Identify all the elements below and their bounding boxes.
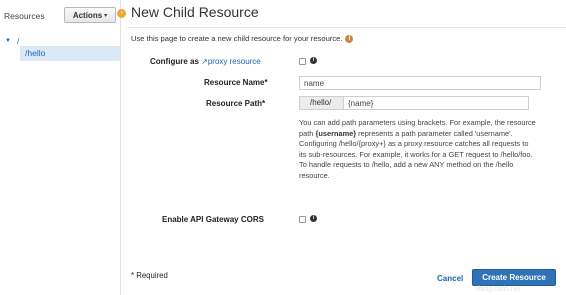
tree-item-hello[interactable]: /hello [20,46,120,61]
tree-item-root[interactable]: ▼ / [5,36,19,46]
configure-proxy-label: Configure as ↗proxy resource [150,57,261,66]
sidebar-collapse-icon[interactable]: ‹ [117,9,126,18]
resources-sidebar: Resources Actions ▾ ▼ / /hello [0,0,121,295]
proxy-resource-link[interactable]: ↗proxy resource [201,57,261,66]
help-icon[interactable]: i [345,34,354,43]
resource-path-input[interactable] [343,96,529,110]
path-help-text: You can add path parameters using bracke… [299,118,537,182]
enable-cors-label: Enable API Gateway CORS [162,215,264,224]
sidebar-title: Resources [4,11,45,21]
watermark: //blog.csdn.net [475,286,521,293]
proxy-resource-checkbox[interactable] [299,58,306,65]
tree-item-root-label: / [16,36,20,46]
tree-item-hello-label: /hello [25,48,46,58]
required-note: * Required [131,271,168,280]
intro-text: Use this page to create a new child reso… [131,34,354,43]
configure-proxy-text: Configure as [150,57,199,66]
help-bold-username: {username} [315,128,357,138]
actions-dropdown-button[interactable]: Actions ▾ [64,7,116,23]
proxy-resource-link-text: proxy resource [207,57,261,66]
tree-expand-icon[interactable]: ▼ [5,38,11,44]
resource-path-prefix: /hello/ [299,96,343,110]
enable-cors-checkbox[interactable] [299,216,306,223]
resource-name-input[interactable] [299,76,541,90]
cors-info-icon[interactable]: i [310,215,317,222]
resource-path-label: Resource Path* [206,99,266,108]
external-link-icon: ↗ [201,57,208,66]
title-divider [127,27,566,28]
info-icon[interactable]: i [310,57,317,64]
page-title: New Child Resource [131,4,259,20]
cancel-button[interactable]: Cancel [437,274,463,283]
create-resource-button[interactable]: Create Resource [472,269,556,286]
resource-name-label: Resource Name* [204,78,268,87]
intro-label: Use this page to create a new child reso… [131,34,343,43]
actions-label: Actions [72,10,103,20]
chevron-down-icon: ▾ [104,12,108,19]
sidebar-header: Resources Actions ▾ [4,7,120,23]
